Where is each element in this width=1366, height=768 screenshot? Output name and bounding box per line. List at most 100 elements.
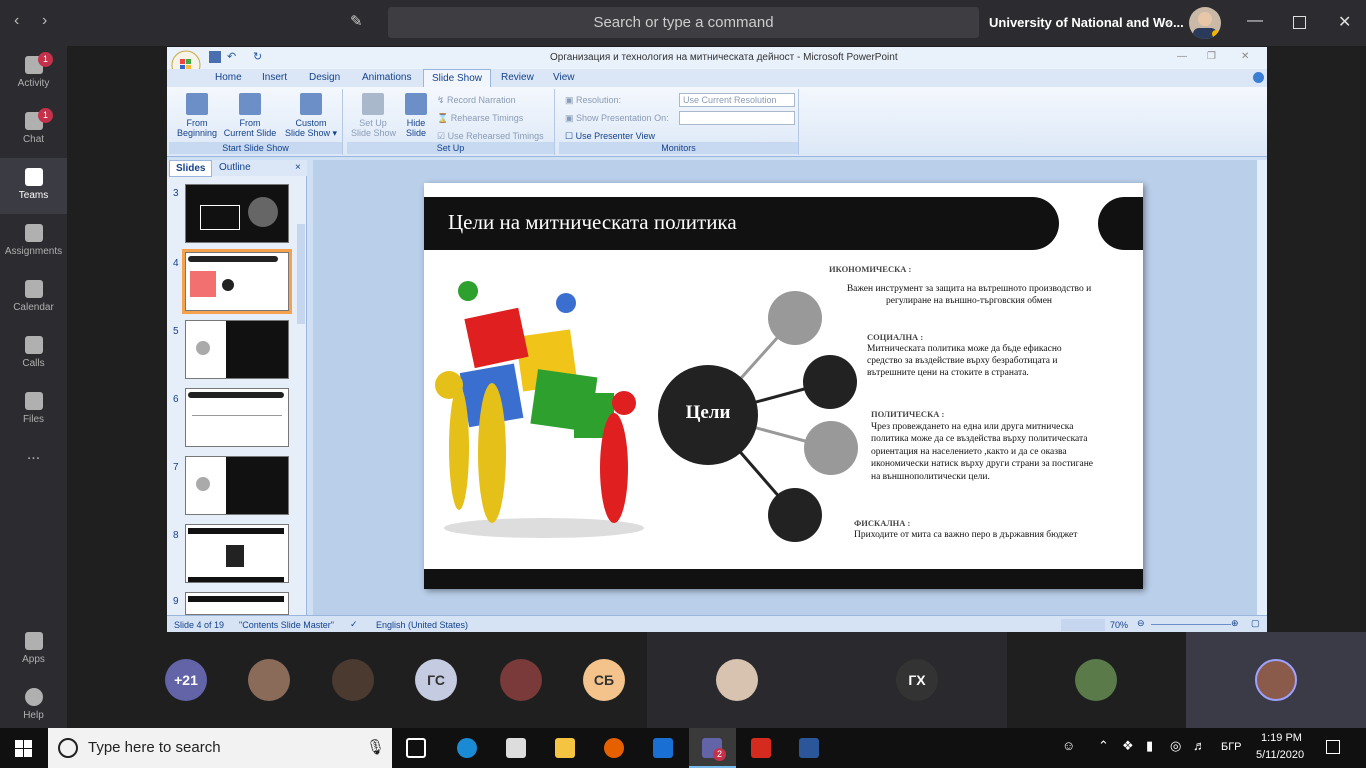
input-language[interactable]: БГР	[1221, 741, 1242, 753]
show-on-select[interactable]	[679, 111, 795, 125]
slide-thumbnail-5[interactable]	[185, 320, 289, 379]
pane-close-icon[interactable]: ×	[295, 162, 301, 173]
tab-insert[interactable]: Insert	[262, 72, 287, 83]
custom-slide-show-button[interactable]: Custom Slide Show ▾	[283, 93, 339, 138]
ppt-minimize-icon[interactable]: —	[1177, 51, 1187, 62]
overflow-participants-count[interactable]: +21	[165, 659, 207, 701]
tab-animations[interactable]: Animations	[362, 72, 411, 83]
people-icon[interactable]: ☺	[1062, 738, 1075, 753]
participant-avatar[interactable]	[332, 659, 374, 701]
edge-icon[interactable]	[457, 738, 477, 758]
pane-scrollbar[interactable]	[297, 224, 305, 324]
rail-item-files[interactable]: Files	[0, 382, 67, 438]
zoom-slider[interactable]	[1151, 624, 1231, 625]
slide-thumbnail-4[interactable]	[182, 249, 292, 314]
org-switcher[interactable]: University of National and Wo...	[989, 15, 1184, 30]
file-explorer-icon[interactable]	[555, 738, 575, 758]
participant-initials[interactable]: ГС	[415, 659, 457, 701]
rail-item-help[interactable]: Help	[0, 678, 67, 734]
firefox-icon[interactable]	[604, 738, 624, 758]
tab-review[interactable]: Review	[501, 72, 534, 83]
participant-initials[interactable]: ГХ	[896, 659, 938, 701]
vertical-scrollbar[interactable]	[1257, 160, 1267, 615]
chevron-up-icon[interactable]: ⌃	[1098, 738, 1109, 754]
taskbar-search-input[interactable]: Type here to search	[48, 728, 392, 768]
slide-thumbnail-8[interactable]	[185, 524, 289, 583]
rail-item-more[interactable]: ...	[0, 446, 67, 502]
wifi-icon[interactable]: ◎	[1170, 738, 1181, 754]
fit-window-icon[interactable]: ▢	[1251, 618, 1260, 629]
compose-icon[interactable]: ✎	[350, 12, 363, 30]
help-icon[interactable]	[1253, 72, 1264, 83]
ppt-restore-icon[interactable]: ❐	[1207, 51, 1216, 62]
tab-slides[interactable]: Slides	[169, 160, 213, 177]
rail-item-calendar[interactable]: Calendar	[0, 270, 67, 326]
notifications-icon[interactable]	[1326, 740, 1340, 754]
rail-item-assignments[interactable]: Assignments	[0, 214, 67, 270]
clock-date[interactable]: 5/11/2020	[1256, 749, 1304, 761]
command-search-input[interactable]: Search or type a command	[388, 7, 979, 38]
participant-avatar-self[interactable]	[1255, 659, 1297, 701]
minimize-icon[interactable]: —	[1247, 12, 1263, 30]
word-icon[interactable]	[799, 738, 819, 758]
teams-taskbar-button[interactable]: 2	[689, 728, 736, 768]
microphone-icon[interactable]: 🎙	[366, 738, 385, 756]
zoom-out-icon[interactable]: ⊖	[1137, 618, 1145, 629]
zoom-in-icon[interactable]: ⊕	[1231, 618, 1239, 629]
volume-icon[interactable]: ♬	[1193, 738, 1206, 753]
zoom-level[interactable]: 70%	[1110, 620, 1128, 630]
rail-item-apps[interactable]: Apps	[0, 622, 67, 678]
from-current-slide-button[interactable]: From Current Slide	[221, 93, 279, 138]
chevron-down-icon[interactable]: ⌄	[1163, 15, 1172, 28]
redo-icon[interactable]: ↻	[253, 50, 262, 63]
participant-avatar[interactable]	[1075, 659, 1117, 701]
current-slide[interactable]: Цели на митническата политика Цели ИКОНО…	[424, 183, 1143, 589]
forward-arrow-icon[interactable]: ›	[42, 12, 47, 30]
slide-thumbnail-9[interactable]	[185, 592, 289, 615]
slide-thumbnail-3[interactable]	[185, 184, 289, 243]
rail-item-calls[interactable]: Calls	[0, 326, 67, 382]
rail-item-teams[interactable]: Teams	[0, 158, 67, 214]
back-arrow-icon[interactable]: ‹	[14, 12, 19, 30]
tab-home[interactable]: Home	[215, 72, 242, 83]
record-narration-button[interactable]: ↯ Record Narration	[437, 95, 516, 106]
undo-icon[interactable]: ↶	[227, 50, 236, 63]
clock-time[interactable]: 1:19 PM	[1261, 732, 1302, 744]
rail-item-activity[interactable]: Activity 1	[0, 46, 67, 102]
maximize-icon[interactable]	[1293, 16, 1306, 29]
close-icon[interactable]: ✕	[1338, 12, 1351, 32]
save-icon[interactable]	[209, 51, 221, 63]
slide-thumbnail-7[interactable]	[185, 456, 289, 515]
slide-thumbnail-6[interactable]	[185, 388, 289, 447]
view-buttons[interactable]	[1061, 619, 1105, 631]
tab-slide-show[interactable]: Slide Show	[423, 69, 492, 87]
cortana-icon[interactable]	[58, 738, 78, 758]
participant-avatar[interactable]	[248, 659, 290, 701]
use-rehearsed-timings-checkbox[interactable]: ☑ Use Rehearsed Timings	[437, 131, 544, 142]
group-set-up: Set Up Slide Show Hide Slide ↯ Record Na…	[347, 89, 555, 155]
acrobat-icon[interactable]	[751, 738, 771, 758]
rail-item-chat[interactable]: Chat 1	[0, 102, 67, 158]
mail-icon[interactable]	[653, 738, 673, 758]
from-beginning-button[interactable]: From Beginning	[173, 93, 221, 138]
use-presenter-view-checkbox[interactable]: ☐ Use Presenter View	[565, 131, 655, 142]
store-icon[interactable]	[506, 738, 526, 758]
dropbox-icon[interactable]: ❖	[1122, 738, 1134, 754]
tab-view[interactable]: View	[553, 72, 575, 83]
participant-initials[interactable]: СБ	[583, 659, 625, 701]
ppt-close-icon[interactable]: ✕	[1241, 51, 1249, 62]
windows-start-icon[interactable]	[15, 740, 32, 757]
avatar[interactable]	[1189, 7, 1221, 39]
rehearse-timings-button[interactable]: ⌛ Rehearse Timings	[437, 113, 523, 124]
participant-avatar[interactable]	[500, 659, 542, 701]
task-view-icon[interactable]	[406, 738, 426, 758]
spelling-icon[interactable]: ✓	[350, 619, 358, 630]
ribbon-tabs: Home Insert Design Animations Slide Show…	[167, 69, 1267, 87]
set-up-slide-show-button[interactable]: Set Up Slide Show	[351, 93, 396, 138]
tab-outline[interactable]: Outline	[219, 162, 251, 173]
battery-icon[interactable]: ▮	[1146, 738, 1153, 754]
tab-design[interactable]: Design	[309, 72, 340, 83]
hide-slide-button[interactable]: Hide Slide	[399, 93, 433, 138]
resolution-select[interactable]: Use Current Resolution	[679, 93, 795, 107]
participant-avatar[interactable]	[716, 659, 758, 701]
